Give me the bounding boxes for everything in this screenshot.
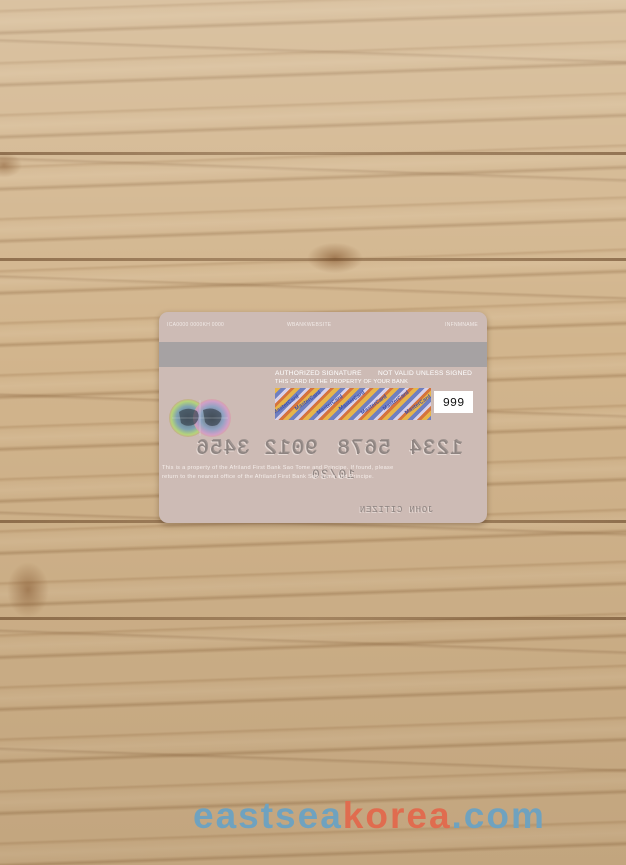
- plank-seam: [0, 617, 626, 620]
- signature-panel: MasterCard MasterCard MasterCard MasterC…: [275, 388, 431, 420]
- disclaimer-line: return to the nearest office of the Afri…: [162, 474, 374, 480]
- watermark-part: korea: [342, 795, 452, 836]
- plank-seam: [0, 152, 626, 155]
- magnetic-stripe: [159, 342, 487, 367]
- authorized-signature-label: AUTHORIZED SIGNATURE: [275, 370, 362, 377]
- disclaimer-line: This is a property of the Afriland First…: [162, 465, 394, 471]
- not-valid-label: NOT VALID UNLESS SIGNED: [378, 370, 473, 377]
- signature-pattern-text: MasterCard: [404, 393, 431, 417]
- card-top-left-text: ICA0000 0000KH 0000: [167, 322, 225, 328]
- card-disclaimer: This is a property of the Afriland First…: [162, 464, 486, 482]
- card-number-group: 1234: [408, 438, 463, 461]
- card-top-right-text: INFNMNAME: [445, 322, 478, 328]
- cvv-value: 999: [442, 396, 465, 410]
- credit-card-back: ICA0000 0000KH 0000 WBANKWEBSITE INFNMNA…: [159, 312, 487, 523]
- card-number-group: 9012: [263, 438, 318, 461]
- mastercard-hologram-icon: [169, 399, 231, 437]
- card-top-center-text: WBANKWEBSITE: [287, 322, 332, 328]
- card-number-group: 3456: [195, 438, 250, 461]
- property-text: THIS CARD IS THE PROPERTY OF YOUR BANK: [275, 379, 409, 385]
- watermark-part: eastsea: [193, 795, 343, 836]
- cvv-box: 999: [434, 391, 473, 413]
- cardholder-name: JOHN CITIZEN: [359, 505, 434, 515]
- plank-seam: [0, 258, 626, 261]
- site-watermark: eastseakorea.com: [193, 795, 546, 837]
- card-number-group: 5678: [336, 438, 391, 461]
- watermark-part: .com: [451, 795, 546, 836]
